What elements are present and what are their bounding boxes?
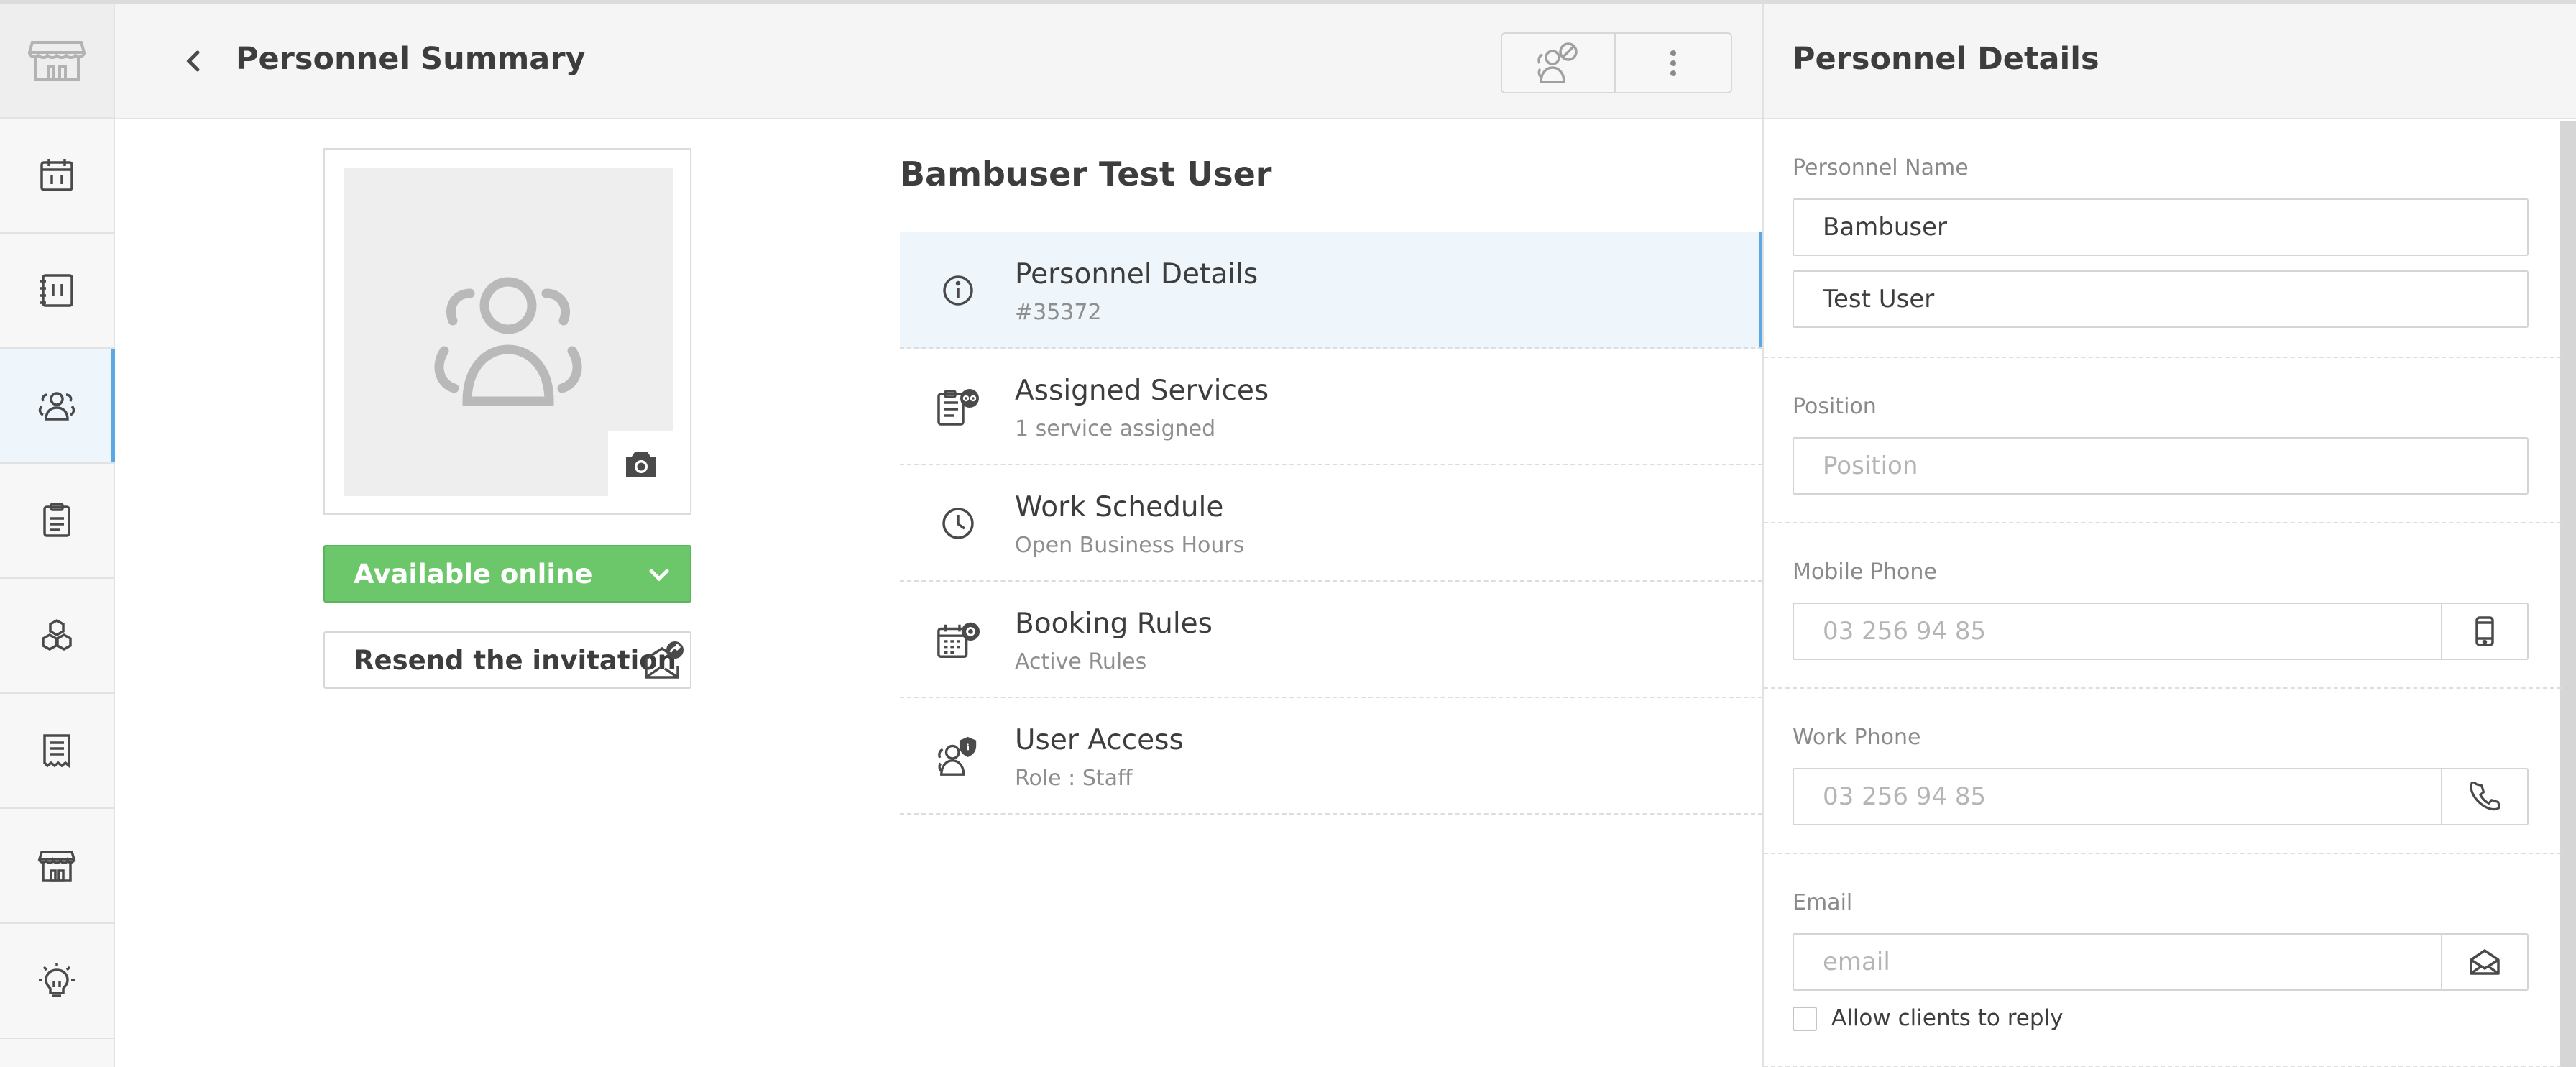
personnel-icon[interactable] xyxy=(0,349,115,464)
menu-item-personnel-details[interactable]: Personnel Details #35372 xyxy=(900,232,1764,349)
upload-photo-button[interactable] xyxy=(608,431,674,498)
work-phone-label: Work Phone xyxy=(1793,725,1921,750)
work-phone-field[interactable]: 03 256 94 85 xyxy=(1793,768,2442,825)
chevron-left-icon xyxy=(186,50,200,72)
menu-item-subtitle: 1 service assigned xyxy=(1015,416,1216,441)
work-phone-section: Work Phone 03 256 94 85 xyxy=(1764,689,2562,854)
allow-reply-label: Allow clients to reply xyxy=(1831,1005,2064,1031)
menu-item-title: Booking Rules xyxy=(1015,608,1213,640)
personnel-details-panel: Personnel Details Personnel Name Bambuse… xyxy=(1762,4,2576,1067)
chevron-down-icon xyxy=(649,569,669,582)
panel-title: Personnel Details xyxy=(1793,41,2099,77)
lightbulb-icon[interactable] xyxy=(0,924,114,1039)
position-section: Position Position xyxy=(1764,358,2562,523)
menu-item-title: Assigned Services xyxy=(1015,375,1269,407)
user-name-heading: Bambuser Test User xyxy=(900,155,1272,193)
allow-reply-checkbox[interactable] xyxy=(1793,1007,1817,1031)
menu-item-user-access[interactable]: User Access Role : Staff xyxy=(900,698,1762,815)
clipboard-icon[interactable] xyxy=(0,464,114,579)
mobile-phone-addon[interactable] xyxy=(2442,603,2529,660)
email-label: Email xyxy=(1793,890,1853,915)
booking-rules-icon xyxy=(937,622,980,658)
vertical-dots-icon xyxy=(1670,50,1676,76)
last-name-field[interactable]: Test User xyxy=(1793,270,2529,328)
more-options-button[interactable] xyxy=(1614,32,1732,93)
menu-item-booking-rules[interactable]: Booking Rules Active Rules xyxy=(900,582,1762,698)
assigned-services-icon xyxy=(937,389,979,426)
profile-photo-card xyxy=(323,148,691,515)
menu-item-title: Personnel Details xyxy=(1015,258,1259,290)
camera-icon xyxy=(626,452,656,477)
availability-label: Available online xyxy=(354,558,593,590)
work-phone-placeholder: 03 256 94 85 xyxy=(1823,782,1987,811)
envelope-forward-icon xyxy=(645,641,684,679)
email-field[interactable]: email xyxy=(1793,933,2442,991)
mobile-phone-label: Mobile Phone xyxy=(1793,559,1937,585)
info-icon xyxy=(943,275,973,306)
store-logo-icon[interactable] xyxy=(0,4,114,119)
availability-dropdown[interactable]: Available online xyxy=(323,545,691,603)
menu-item-subtitle: #35372 xyxy=(1015,300,1102,325)
name-section: Personnel Name Bambuser Test User xyxy=(1764,121,2562,358)
disable-user-button[interactable] xyxy=(1501,32,1616,93)
menu-item-subtitle: Open Business Hours xyxy=(1015,533,1245,558)
planner-icon[interactable] xyxy=(0,234,114,349)
resend-invitation-button[interactable]: Resend the invitation xyxy=(323,631,691,689)
last-name-value: Test User xyxy=(1823,285,1935,313)
side-nav xyxy=(0,4,115,1067)
email-addon[interactable] xyxy=(2442,933,2529,991)
services-icon[interactable] xyxy=(0,579,114,694)
clock-icon xyxy=(942,508,974,539)
position-placeholder: Position xyxy=(1823,452,1918,480)
calendar-icon[interactable] xyxy=(0,119,114,234)
position-field[interactable]: Position xyxy=(1793,437,2529,495)
email-section: Email email Allow clients to reply xyxy=(1764,854,2562,1067)
email-placeholder: email xyxy=(1823,948,1890,976)
user-access-icon xyxy=(938,736,977,776)
work-phone-addon[interactable] xyxy=(2442,768,2529,825)
menu-item-subtitle: Active Rules xyxy=(1015,649,1147,674)
mobile-phone-icon xyxy=(2475,616,2494,646)
menu-item-work-schedule[interactable]: Work Schedule Open Business Hours xyxy=(900,465,1762,582)
user-disable-icon xyxy=(1537,42,1578,83)
user-avatar-icon xyxy=(434,277,582,406)
menu-item-title: User Access xyxy=(1015,724,1184,756)
menu-item-subtitle: Role : Staff xyxy=(1015,766,1133,791)
name-label: Personnel Name xyxy=(1793,155,1969,180)
phone-icon xyxy=(2470,782,2500,811)
envelope-icon xyxy=(2470,949,2500,975)
page-title: Personnel Summary xyxy=(236,41,586,77)
page-header: Personnel Summary xyxy=(115,4,1762,119)
first-name-value: Bambuser xyxy=(1823,213,1948,242)
receipt-icon[interactable] xyxy=(0,694,114,809)
resend-invitation-label: Resend the invitation xyxy=(354,644,677,676)
menu-item-title: Work Schedule xyxy=(1015,491,1224,523)
position-label: Position xyxy=(1793,394,1877,419)
mobile-phone-field[interactable]: 03 256 94 85 xyxy=(1793,603,2442,660)
panel-scrollbar[interactable] xyxy=(2560,121,2576,1067)
back-button[interactable] xyxy=(172,40,216,83)
menu-item-assigned-services[interactable]: Assigned Services 1 service assigned xyxy=(900,349,1762,465)
panel-header: Personnel Details xyxy=(1764,4,2576,119)
first-name-field[interactable]: Bambuser xyxy=(1793,198,2529,256)
shop-icon[interactable] xyxy=(0,809,114,924)
mobile-phone-placeholder: 03 256 94 85 xyxy=(1823,617,1987,646)
personnel-menu: Personnel Details #35372 Assigned Servic… xyxy=(900,232,1764,815)
mobile-phone-section: Mobile Phone 03 256 94 85 xyxy=(1764,523,2562,689)
